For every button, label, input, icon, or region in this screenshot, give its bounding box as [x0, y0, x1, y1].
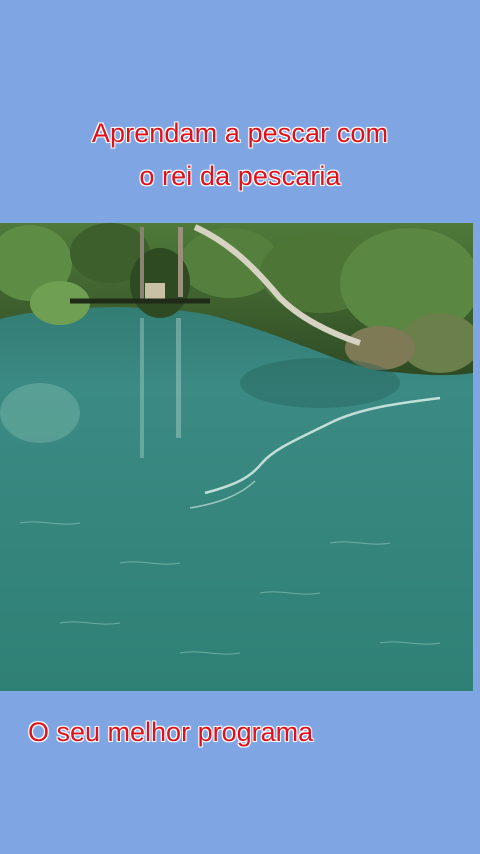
dock-structure [145, 283, 165, 301]
headline-line-1: Aprendam a pescar com [91, 118, 389, 148]
video-player[interactable] [0, 223, 473, 691]
footer-caption: O seu melhor programa [28, 717, 314, 747]
headline-caption: Aprendam a pescar com o rei da pescaria [0, 112, 480, 198]
tree-post [140, 227, 144, 302]
headline-line-2: o rei da pescaria [139, 161, 341, 191]
river-fishing-scene [0, 223, 473, 691]
tree-post [178, 227, 183, 297]
short-video-frame: Aprendam a pescar com o rei da pescaria [0, 0, 480, 854]
